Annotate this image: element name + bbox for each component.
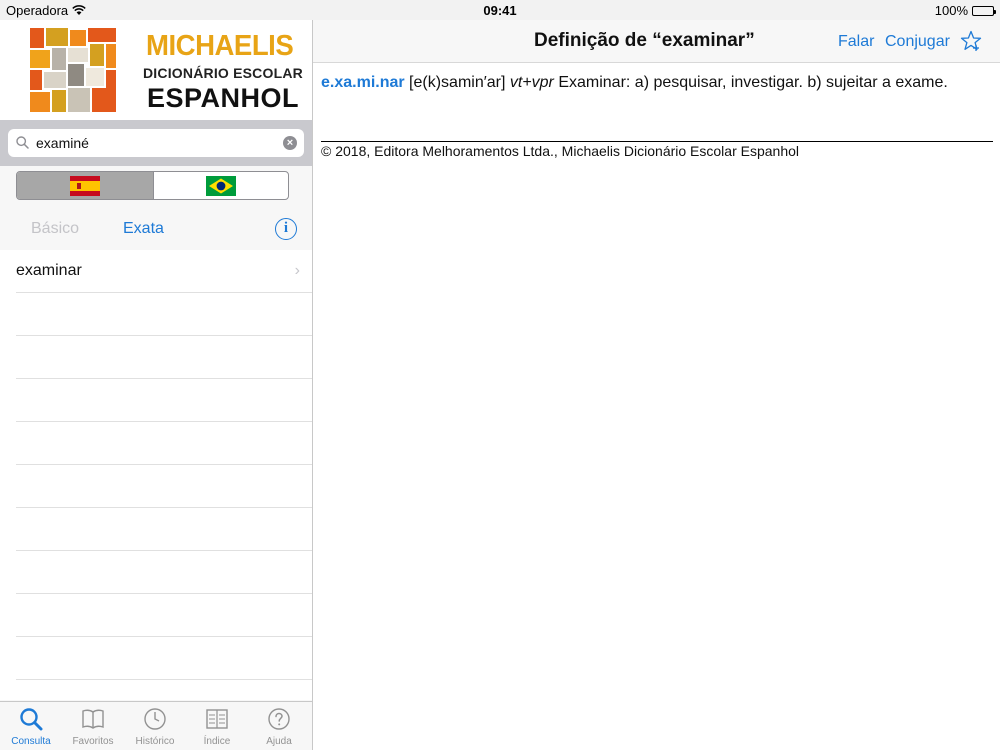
search-input[interactable] <box>36 134 276 152</box>
tab-label: Índice <box>203 736 231 747</box>
empty-row <box>16 336 312 379</box>
search-icon <box>20 708 43 731</box>
language-segmented-control <box>16 171 289 200</box>
info-icon[interactable]: i <box>275 218 297 240</box>
empty-row <box>16 637 312 680</box>
master-panel: MICHAELIS DICIONÁRIO ESCOLAR ESPANHOL × <box>0 20 313 750</box>
battery-group: 100% <box>934 3 996 18</box>
mode-exact-button[interactable]: Exata <box>123 220 164 238</box>
tab-label: Histórico <box>135 736 175 747</box>
pronunciation: [e(k)samin′ar] <box>404 74 510 91</box>
list-item[interactable]: examinar › <box>16 250 312 293</box>
brand-title: MICHAELIS <box>146 30 294 62</box>
search-bar: × <box>0 120 312 166</box>
divider <box>321 141 993 142</box>
headword: e.xa.mi.nar <box>321 74 405 91</box>
chevron-right-icon: › <box>294 262 300 279</box>
michaelis-logo-icon <box>30 28 116 112</box>
index-icon <box>206 709 228 729</box>
speak-button[interactable]: Falar <box>838 33 874 51</box>
empty-row <box>16 422 312 465</box>
mode-basic-button[interactable]: Básico <box>31 220 79 238</box>
brand-language: ESPANHOL <box>147 83 300 113</box>
results-list: examinar › <box>0 250 312 700</box>
brand-header: MICHAELIS DICIONÁRIO ESCOLAR ESPANHOL <box>0 20 312 120</box>
empty-row <box>16 465 312 508</box>
empty-row <box>16 594 312 637</box>
tab-consulta[interactable]: Consulta <box>0 702 62 750</box>
empty-row <box>16 551 312 594</box>
grammar-class: vt+vpr <box>509 74 554 91</box>
brazil-flag-icon <box>205 175 236 196</box>
tab-label: Ajuda <box>266 736 292 747</box>
copyright-text: © 2018, Editora Melhoramentos Ltda., Mic… <box>321 143 800 159</box>
detail-panel: Definição de “examinar” Falar Conjugar e… <box>313 20 1000 750</box>
battery-icon <box>972 5 996 16</box>
definition-text: e.xa.mi.nar [e(k)samin′ar] vt+vpr Examin… <box>321 71 993 94</box>
search-icon <box>16 136 29 149</box>
empty-row <box>16 293 312 336</box>
add-favorite-star-icon[interactable] <box>960 30 982 52</box>
segment-portuguese[interactable] <box>152 172 289 199</box>
clock-time: 09:41 <box>483 3 517 18</box>
clock-icon <box>144 708 166 730</box>
tab-indice[interactable]: Índice <box>186 702 248 750</box>
tab-label: Consulta <box>11 736 51 747</box>
detail-nav-bar: Definição de “examinar” Falar Conjugar <box>313 20 1000 63</box>
conjugate-button[interactable]: Conjugar <box>885 33 950 51</box>
status-bar: Operadora 09:41 100% <box>0 0 1000 20</box>
definition-body: Examinar: a) pesquisar, investigar. b) s… <box>553 74 948 91</box>
tab-label: Favoritos <box>72 736 114 747</box>
spain-flag-icon <box>69 175 100 196</box>
tab-ajuda[interactable]: Ajuda <box>248 702 310 750</box>
battery-percent: 100% <box>934 3 968 18</box>
search-box[interactable]: × <box>8 129 304 157</box>
page-title: Definição de “examinar” <box>534 30 755 51</box>
brand-subtitle: DICIONÁRIO ESCOLAR <box>143 65 303 81</box>
tab-favoritos[interactable]: Favoritos <box>62 702 124 750</box>
segment-spanish[interactable] <box>17 172 153 199</box>
list-item-label: examinar <box>16 262 82 279</box>
tab-historico[interactable]: Histórico <box>124 702 186 750</box>
tab-bar: Consulta Favoritos Histórico Índice Ajud… <box>0 701 312 750</box>
help-icon <box>268 708 290 730</box>
empty-row <box>16 379 312 422</box>
clear-circle-icon[interactable]: × <box>283 136 297 150</box>
search-mode-bar: Básico Exata i <box>0 208 312 252</box>
empty-row <box>16 508 312 551</box>
book-icon <box>82 709 104 729</box>
